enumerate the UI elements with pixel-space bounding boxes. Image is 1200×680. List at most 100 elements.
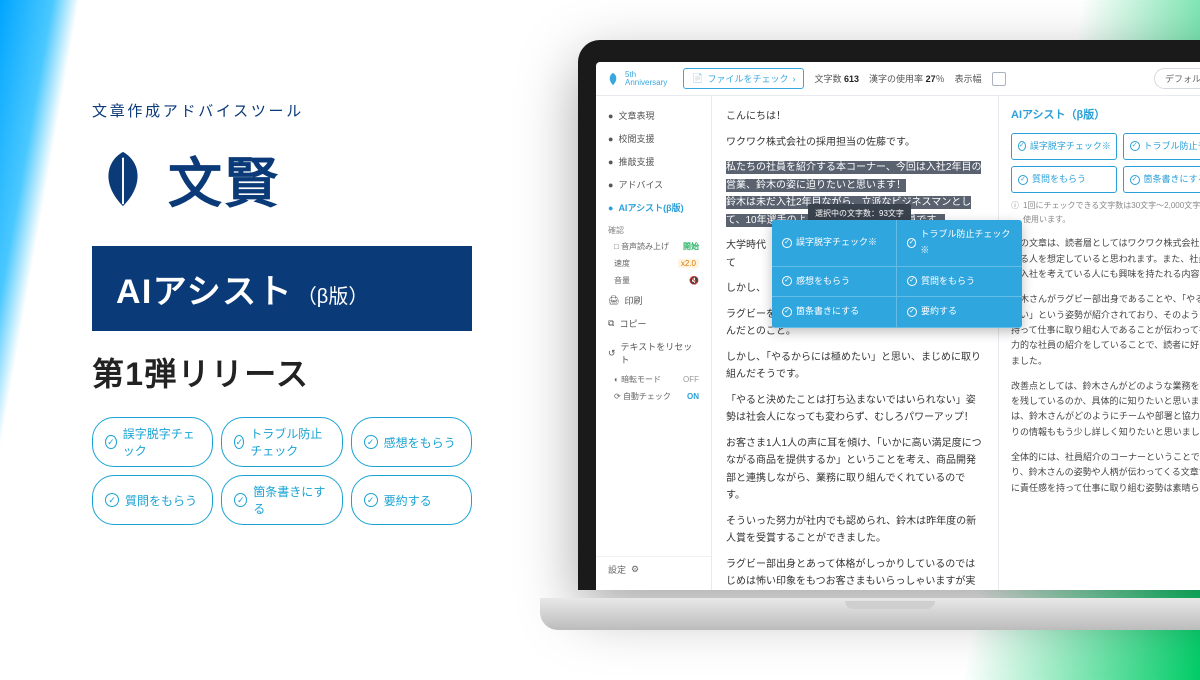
check-icon: ✓: [907, 307, 917, 317]
feature-label: 箇条書きにする: [253, 483, 329, 517]
chevron-right-icon: ›: [792, 74, 795, 84]
check-icon: ✓: [782, 238, 792, 248]
popup-feedback[interactable]: ✓感想をもらう: [772, 267, 897, 298]
print-icon: 🖨: [608, 295, 619, 306]
sidebar-label: コピー: [619, 317, 646, 330]
topbar: 5th Anniversary 📄 ファイルをチェック › 文字数 613 漢字…: [596, 62, 1200, 96]
popup-question[interactable]: ✓質問をもらう: [897, 267, 1022, 298]
editor-pane[interactable]: こんにちは！ ワクワク株式会社の採用担当の佐藤です。 私たちの社員を紹介する本コ…: [712, 96, 998, 590]
editor-text: 「やると決めたことは打ち込まないではいられない」姿勢は社会人になっても変わらず、…: [726, 392, 984, 427]
sidebar-dark-mode[interactable]: ◐ 暗転モードOFF: [596, 371, 711, 388]
volume-icon: 🔇: [689, 276, 699, 285]
sidebar-item-proofing[interactable]: ●校閲支援: [596, 127, 711, 150]
popup-label: 箇条書きにする: [796, 304, 859, 320]
copy-icon: ⧉: [608, 318, 614, 329]
tts-status: 開始: [683, 241, 699, 252]
sidebar-item-expression[interactable]: ● 文章表現: [596, 104, 711, 127]
editor-text: そういった努力が社内でも認められ、鈴木は昨年度の新人賞を受賞することができました…: [726, 513, 984, 548]
feature-summarize: ✓ 要約する: [351, 475, 472, 525]
laptop-mockup: 5th Anniversary 📄 ファイルをチェック › 文字数 613 漢字…: [540, 40, 1200, 660]
panel-title: AIアシスト（β版）: [1011, 106, 1200, 125]
sidebar-label: 推敲支援: [618, 155, 654, 168]
panel-typo-check-button[interactable]: ✓誤字脱字チェック※: [1011, 133, 1117, 160]
sidebar-print[interactable]: 🖨印刷: [596, 289, 711, 312]
sidebar-label: AIアシスト(β版): [618, 201, 683, 214]
kanji-rate-metric: 漢字の使用率 27％: [869, 72, 945, 85]
sidebar-label: アドバイス: [618, 178, 663, 191]
dot-icon: ●: [608, 203, 613, 213]
sidebar-reset-text[interactable]: ↺ テキストをリセット: [596, 335, 711, 371]
check-icon: ✓: [105, 493, 119, 507]
check-icon: ✓: [1130, 175, 1140, 185]
popup-typo-check[interactable]: ✓誤字脱字チェック※: [772, 220, 897, 267]
panel-paragraph: 全体的には、社員紹介のコーナーということで社員おり、鈴木さんの姿勢や人柄が伝わっ…: [1011, 450, 1200, 496]
anniversary-text: 5th Anniversary: [625, 71, 667, 87]
file-check-button[interactable]: 📄 ファイルをチェック ›: [683, 68, 804, 89]
auto-status: ON: [687, 392, 699, 401]
panel-note: ⓘ1回にチェックできる文字数は30文字～2,000文字以内。使用います。: [1011, 199, 1200, 226]
panel-paragraph: 改善点としては、鈴木さんがどのような業務を担当果を残しているのか、具体的に知りた…: [1011, 379, 1200, 440]
check-icon: ✓: [234, 493, 247, 507]
popup-trouble-check[interactable]: ✓トラブル防止チェック※: [897, 220, 1022, 267]
button-label: トラブル防止チェ: [1144, 139, 1200, 154]
sidebar-tts[interactable]: □ 音声読み上げ開始: [596, 238, 711, 255]
sidebar-volume[interactable]: 音量🔇: [596, 272, 711, 289]
hero-title: AIアシスト: [116, 273, 293, 311]
check-icon: ✓: [364, 493, 378, 507]
ai-assist-panel: AIアシスト（β版） ✓誤字脱字チェック※ ✓トラブル防止チェ ✓質問をもらう …: [998, 96, 1200, 590]
panel-bullets-button[interactable]: ✓箇条書きにする: [1123, 166, 1200, 193]
popup-label: 要約する: [921, 304, 957, 320]
check-icon: ✓: [782, 276, 792, 286]
selection-action-popup: ✓誤字脱字チェック※ ✓トラブル防止チェック※ ✓感想をもらう ✓質問をもらう …: [772, 220, 1022, 328]
sidebar-item-polish[interactable]: ● 推敲支援: [596, 150, 711, 173]
hero-release-line: 第1弾リリース: [92, 349, 472, 395]
width-label: 表示幅: [955, 72, 982, 85]
feature-label: 感想をもらう: [384, 434, 456, 451]
sidebar-settings[interactable]: 設定⚙: [596, 556, 711, 582]
dot-icon: ●: [608, 111, 613, 121]
laptop-base: [540, 598, 1200, 630]
default-dropdown[interactable]: デフォルト設: [1154, 68, 1200, 89]
feature-label: 質問をもらう: [125, 492, 197, 509]
hero-subtitle: （β版）: [297, 286, 369, 308]
panel-question-button[interactable]: ✓質問をもらう: [1011, 166, 1117, 193]
panel-trouble-check-button[interactable]: ✓トラブル防止チェ: [1123, 133, 1200, 160]
feature-label: 誤字脱字チェック: [123, 425, 201, 459]
brand-name: 文賢: [168, 139, 280, 218]
check-icon: ✓: [782, 307, 792, 317]
dot-icon: ●: [608, 157, 613, 167]
sidebar-speed[interactable]: 速度x2.0: [596, 255, 711, 272]
check-icon: ✓: [234, 435, 244, 449]
sidebar-label: 文章表現: [618, 109, 654, 122]
sidebar-auto-check[interactable]: ⟳ 自動チェックON: [596, 388, 711, 405]
app-logo: 5th Anniversary: [606, 71, 667, 87]
feature-question: ✓ 質問をもらう: [92, 475, 213, 525]
selected-text: 私たちの社員を紹介する本コーナー、今回は入社2年目の営業、鈴木の姿に迫りたいと思…: [726, 161, 981, 192]
editor-text: こんにちは！: [726, 108, 984, 126]
feature-label: 要約する: [384, 492, 432, 509]
speed-badge: x2.0: [678, 259, 699, 268]
sidebar-item-advice[interactable]: ● アドバイス: [596, 173, 711, 196]
sidebar-section-confirm: 確認: [596, 219, 711, 238]
editor-text: お客さま1人1人の声に耳を傾け、「いかに高い満足度につながる商品を提供するか」と…: [726, 435, 984, 505]
sidebar: ●文章表現 ●校閲支援 ●推敲支援 ●アドバイス ●AIアシスト(β版) 確認 …: [596, 96, 712, 590]
reset-icon: ↺: [608, 348, 616, 359]
feature-bullets: ✓ 箇条書きにする: [221, 475, 342, 525]
dot-icon: ●: [608, 180, 613, 190]
panel-paragraph: この文章は、読者層としてはワクワク株式会社に興ている人を想定していると思われます…: [1011, 236, 1200, 282]
feature-typo-check: ✓誤字脱字チェック: [92, 417, 213, 467]
sidebar-label: 校閲支援: [618, 132, 654, 145]
sidebar-copy[interactable]: ⧉ コピー: [596, 312, 711, 335]
sidebar-item-ai-assist[interactable]: ● AIアシスト(β版): [596, 196, 711, 219]
popup-summarize[interactable]: ✓ 要約する: [897, 297, 1022, 328]
popup-bullets[interactable]: ✓ 箇条書きにする: [772, 297, 897, 328]
hero-band: AIアシスト（β版）: [92, 246, 472, 331]
sidebar-label: 設定: [608, 563, 626, 576]
file-icon: 📄: [692, 73, 703, 84]
editor-text: ラグビー部出身とあって体格がしっかりしているのではじめは怖い印象をもつお客さまも…: [726, 556, 984, 591]
promo-tagline: 文章作成アドバイスツール: [92, 100, 472, 121]
popup-label: 質問をもらう: [921, 274, 975, 290]
feature-grid: ✓誤字脱字チェック ✓トラブル防止チェック ✓感想をもらう ✓質問をもらう ✓箇…: [92, 417, 472, 525]
width-toggle-icon[interactable]: [992, 72, 1006, 86]
sidebar-label: テキストをリセット: [621, 340, 699, 366]
